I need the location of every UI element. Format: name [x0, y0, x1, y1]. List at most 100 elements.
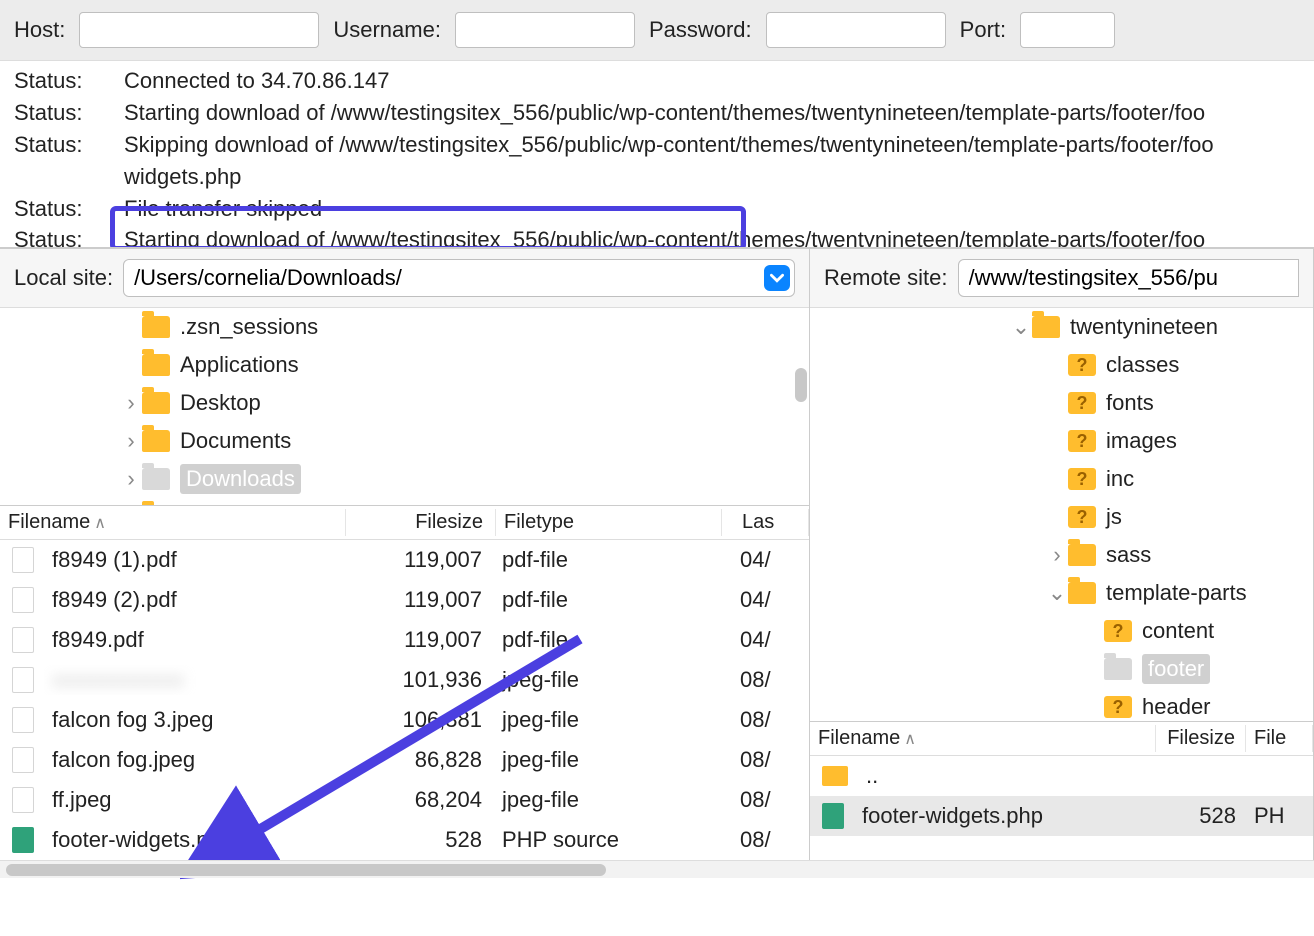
file-icon: [12, 667, 34, 693]
tree-item-label: content: [1142, 618, 1214, 644]
file-type: [1250, 774, 1313, 778]
tree-item[interactable]: ›Library: [0, 498, 809, 506]
port-input[interactable]: [1020, 12, 1115, 48]
chevron-down-icon[interactable]: ⌄: [1046, 580, 1068, 606]
tree-item[interactable]: ?header: [810, 688, 1313, 722]
tree-item[interactable]: › sass: [810, 536, 1313, 574]
tree-item[interactable]: ? content: [810, 612, 1313, 650]
horizontal-scrollbar[interactable]: [0, 860, 1314, 878]
col-filesize[interactable]: Filesize: [346, 509, 496, 536]
folder-icon: [142, 430, 170, 452]
tree-item[interactable]: ?fonts: [810, 384, 1313, 422]
folder-icon: [142, 354, 170, 376]
tree-item-label: Documents: [180, 428, 291, 454]
file-type: pdf-file: [494, 545, 720, 575]
col-filesize[interactable]: Filesize: [1156, 725, 1246, 752]
sort-ascending-icon: ∧: [94, 513, 106, 533]
remote-path-input[interactable]: [959, 263, 1299, 293]
status-label: Status:: [14, 129, 124, 161]
tree-item[interactable]: .zsn_sessions: [0, 308, 809, 346]
chevron-down-icon[interactable]: [764, 265, 790, 291]
file-row[interactable]: f8949 (1).pdf119,007pdf-file04/: [0, 540, 809, 580]
tree-item-label: Applications: [180, 352, 299, 378]
status-log[interactable]: Status:Connected to 34.70.86.147 Status:…: [0, 61, 1314, 248]
scrollbar-thumb[interactable]: [795, 368, 807, 402]
folder-unknown-icon: ?: [1104, 620, 1132, 642]
status-label: Status:: [14, 97, 124, 129]
chevron-right-icon[interactable]: ›: [1046, 542, 1068, 568]
file-name: f8949 (2).pdf: [44, 585, 344, 615]
folder-icon: [142, 392, 170, 414]
file-last: 08/: [720, 825, 809, 855]
chevron-right-icon[interactable]: ›: [120, 504, 142, 506]
remote-tree[interactable]: ⌄twentynineteen?classes?fonts?images?inc…: [810, 308, 1313, 722]
status-label: Status:: [14, 193, 124, 225]
tree-item-label: sass: [1106, 542, 1151, 568]
tree-item[interactable]: ⌄template-parts: [810, 574, 1313, 612]
tree-item[interactable]: › Desktop: [0, 384, 809, 422]
port-label: Port:: [960, 17, 1006, 43]
sort-ascending-icon: ∧: [904, 729, 916, 749]
file-name: footer-widgets.php: [854, 801, 1156, 831]
file-size: 119,007: [344, 585, 494, 615]
local-tree[interactable]: .zsn_sessions Applications › Desktop › Docume…: [0, 308, 809, 506]
tree-item-label: fonts: [1106, 390, 1154, 416]
local-path-input[interactable]: [124, 263, 764, 293]
folder-icon: [822, 766, 848, 786]
quickconnect-bar: Host: Username: Password: Port:: [0, 0, 1314, 61]
tree-item[interactable]: ⌄twentynineteen: [810, 308, 1313, 346]
tree-item[interactable]: footer: [810, 650, 1313, 688]
col-filename[interactable]: Filename∧: [0, 509, 346, 536]
folder-icon: [1068, 582, 1096, 604]
status-line: Skipping download of /www/testingsitex_5…: [124, 129, 1300, 161]
folder-unknown-icon: ?: [1068, 430, 1096, 452]
status-line: Starting download of /www/testingsitex_5…: [124, 224, 1300, 248]
tree-item[interactable]: ?images: [810, 422, 1313, 460]
col-filetype[interactable]: File: [1246, 725, 1313, 752]
tree-item[interactable]: ?js: [810, 498, 1313, 536]
chevron-down-icon[interactable]: ⌄: [1010, 314, 1032, 340]
file-row[interactable]: ..: [810, 756, 1313, 796]
tree-item-label: classes: [1106, 352, 1179, 378]
password-label: Password:: [649, 17, 752, 43]
col-lastmodified[interactable]: Las: [722, 509, 809, 536]
file-last: 04/: [720, 585, 809, 615]
remote-site-bar: Remote site:: [810, 249, 1313, 308]
remote-list-header[interactable]: Filename∧ Filesize File: [810, 722, 1313, 756]
folder-unknown-icon: ?: [1068, 354, 1096, 376]
file-icon: [12, 787, 34, 813]
scrollbar-thumb[interactable]: [6, 864, 606, 876]
status-line: Connected to 34.70.86.147: [124, 65, 1300, 97]
tree-item-label: Desktop: [180, 390, 261, 416]
file-last: 04/: [720, 625, 809, 655]
file-last: 08/: [720, 665, 809, 695]
username-input[interactable]: [455, 12, 635, 48]
tree-item[interactable]: › Documents: [0, 422, 809, 460]
local-site-combo[interactable]: [123, 259, 795, 297]
remote-file-list[interactable]: ..footer-widgets.php528PH: [810, 756, 1313, 836]
tree-item-label: inc: [1106, 466, 1134, 492]
file-row[interactable]: footer-widgets.php528PH: [810, 796, 1313, 836]
host-input[interactable]: [79, 12, 319, 48]
chevron-right-icon[interactable]: ›: [120, 466, 142, 492]
col-filename[interactable]: Filename∧: [810, 725, 1156, 752]
local-site-label: Local site:: [14, 265, 113, 291]
file-row[interactable]: f8949 (2).pdf119,007pdf-file04/: [0, 580, 809, 620]
tree-item[interactable]: ? classes: [810, 346, 1313, 384]
password-input[interactable]: [766, 12, 946, 48]
username-label: Username:: [333, 17, 441, 43]
file-icon: [12, 547, 34, 573]
col-filetype[interactable]: Filetype: [496, 509, 722, 536]
status-label: Status:: [14, 65, 124, 97]
local-list-header[interactable]: Filename∧ Filesize Filetype Las: [0, 506, 809, 540]
tree-item[interactable]: ?inc: [810, 460, 1313, 498]
file-icon: [12, 587, 34, 613]
folder-icon: [1032, 316, 1060, 338]
tree-item[interactable]: Applications: [0, 346, 809, 384]
tree-item[interactable]: ›Downloads: [0, 460, 809, 498]
folder-icon: [1104, 658, 1132, 680]
status-line: Starting download of /www/testingsitex_5…: [124, 97, 1300, 129]
file-last: 08/: [720, 745, 809, 775]
chevron-right-icon[interactable]: ›: [120, 390, 142, 416]
chevron-right-icon[interactable]: ›: [120, 428, 142, 454]
